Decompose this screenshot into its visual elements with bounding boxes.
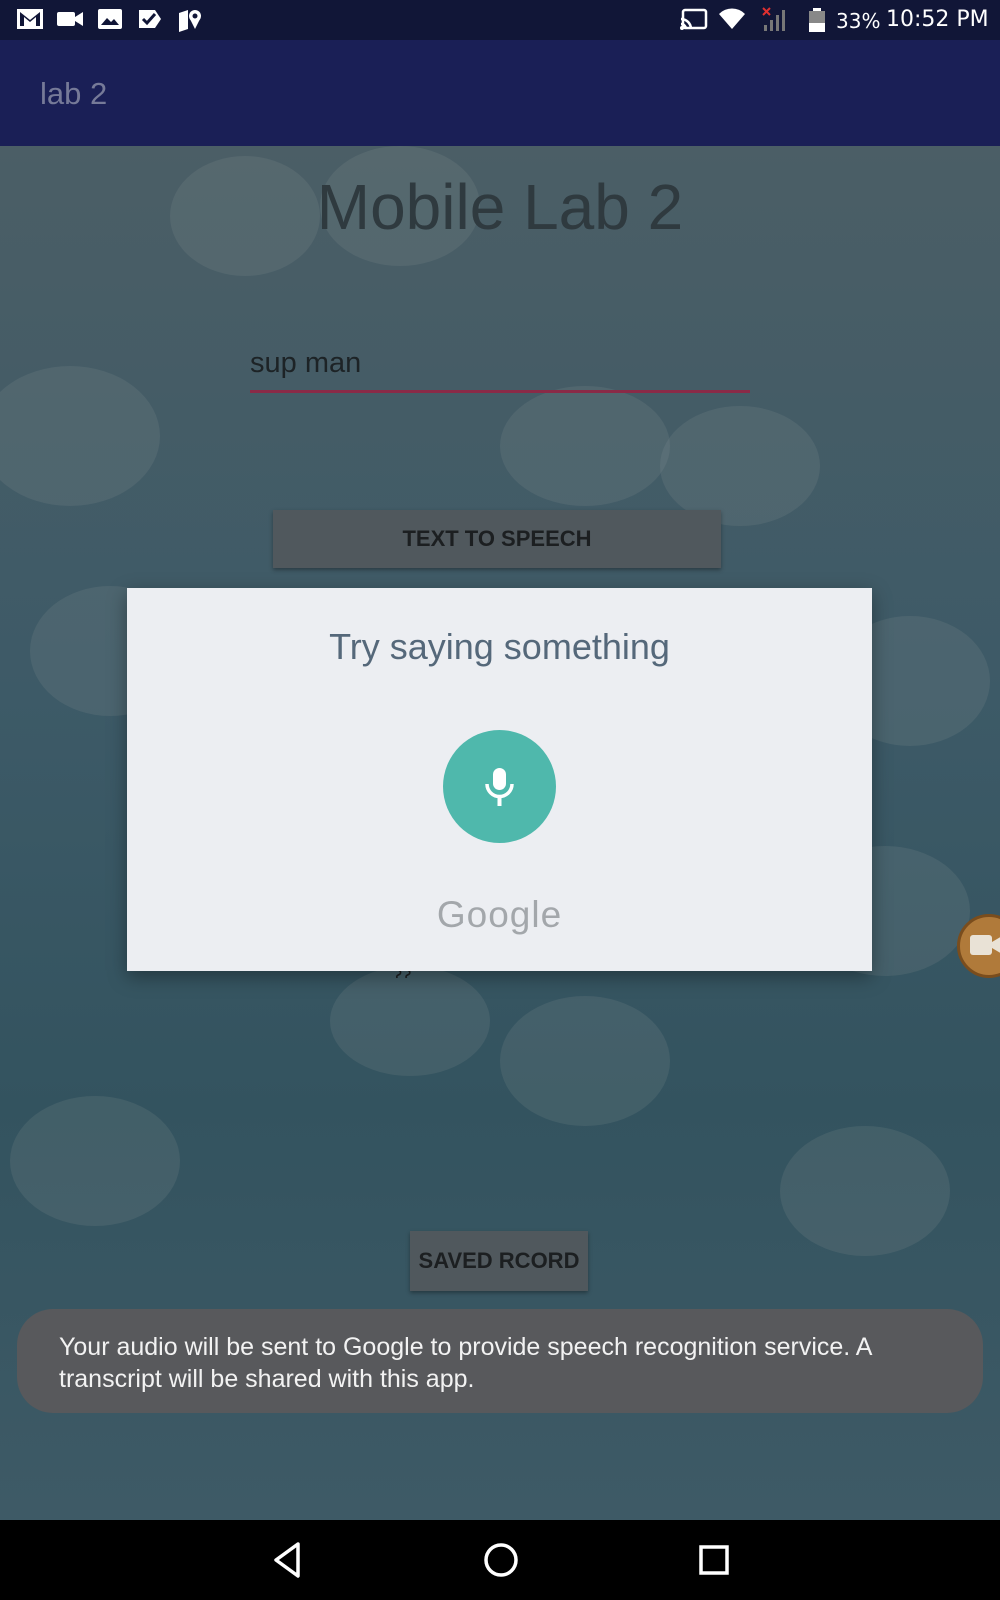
check-icon — [139, 10, 161, 28]
cast-icon — [680, 8, 708, 30]
recents-icon[interactable] — [692, 1538, 736, 1582]
app-title: lab 2 — [40, 76, 108, 111]
status-bar: 33% 10:52 PM — [0, 0, 1000, 40]
page-title: Mobile Lab 2 — [316, 171, 684, 243]
text-to-speech-button[interactable]: TEXT TO SPEECH — [273, 510, 721, 568]
back-icon[interactable] — [268, 1538, 308, 1582]
video-icon — [57, 12, 83, 26]
signal-icon — [762, 7, 785, 31]
google-logo: Google — [436, 894, 563, 935]
video-icon — [970, 935, 1000, 955]
speech-text-input[interactable] — [250, 336, 750, 393]
photo-icon — [98, 9, 122, 29]
mic-button[interactable] — [443, 730, 556, 843]
bokeh-decoration — [330, 966, 490, 1076]
battery-icon — [809, 8, 825, 32]
bokeh-decoration — [500, 386, 670, 506]
bokeh-decoration — [0, 366, 160, 506]
gmail-icon — [17, 9, 43, 29]
bokeh-decoration — [780, 1126, 950, 1256]
battery-percent: 33% — [836, 9, 881, 33]
navigation-bar — [0, 1520, 1000, 1600]
toast-notification: Your audio will be sent to Google to pro… — [17, 1309, 983, 1413]
bokeh-decoration — [660, 406, 820, 526]
toast-message: Your audio will be sent to Google to pro… — [59, 1333, 872, 1393]
dialog-title: Try saying something — [329, 626, 670, 667]
bokeh-decoration — [500, 996, 670, 1126]
speech-recognition-dialog: Try saying something Google — [127, 588, 872, 971]
mic-icon — [485, 768, 514, 806]
clock: 10:52 PM — [886, 7, 989, 32]
wifi-icon — [719, 8, 745, 29]
saved-record-button[interactable]: SAVED RCORD — [410, 1231, 588, 1291]
app-bar: lab 2 — [0, 40, 1000, 146]
bokeh-decoration — [10, 1096, 180, 1226]
maps-icon — [179, 10, 201, 32]
screen: 33% 10:52 PM lab 2 Mobile Lab 2 TEXT TO … — [0, 0, 1000, 1600]
home-icon[interactable] — [479, 1538, 523, 1582]
